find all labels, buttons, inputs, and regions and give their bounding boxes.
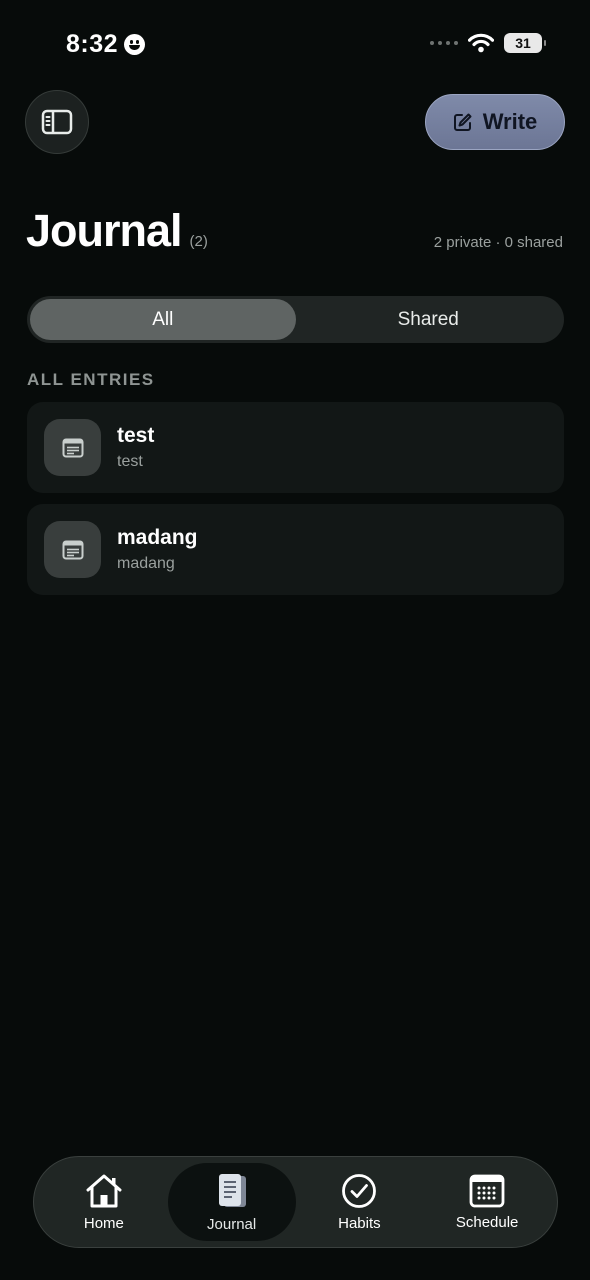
entry-title: madang (117, 526, 198, 549)
tab-home-label: Home (83, 1214, 124, 1232)
bottom-tab-bar: Home Journal Habits Schedule (33, 1156, 558, 1248)
journal-entry[interactable]: madang madang (27, 504, 564, 595)
check-circle-icon (342, 1173, 377, 1208)
document-icon (62, 438, 83, 457)
entry-preview: madang (117, 555, 175, 572)
journal-entry[interactable]: test test (27, 402, 564, 493)
write-button[interactable]: Write (425, 94, 565, 150)
signal-dots-icon (430, 41, 458, 45)
entry-thumbnail (44, 521, 101, 578)
journal-icon (218, 1173, 246, 1207)
entry-preview: test (117, 453, 143, 470)
entry-texts: test test (117, 424, 154, 471)
wifi-icon (468, 33, 494, 53)
sharing-summary: 2 private · 0 shared (433, 234, 563, 251)
entry-thumbnail (44, 419, 101, 476)
sidebar-panel-icon (41, 109, 73, 135)
page-title-row: Journal (2) (26, 205, 208, 257)
segment-all[interactable]: All (30, 299, 296, 340)
tab-journal[interactable]: Journal (167, 1163, 296, 1241)
calendar-icon (469, 1174, 505, 1207)
entry-title: test (117, 424, 155, 447)
write-button-label: Write (482, 109, 538, 134)
status-time-text: 8:32 (66, 30, 119, 58)
tab-habits-label: Habits (338, 1214, 381, 1232)
entry-texts: madang madang (117, 526, 198, 573)
page-title: Journal (26, 205, 183, 256)
segment-shared[interactable]: Shared (296, 299, 562, 340)
journal-screen: 8:32 31 Write Journal (2) 2 private · 0 … (0, 0, 590, 1280)
entry-count: (2) (189, 233, 208, 250)
edit-square-icon (453, 113, 472, 131)
sidebar-toggle-button[interactable] (25, 90, 89, 154)
tab-habits[interactable]: Habits (296, 1163, 424, 1241)
tab-home[interactable]: Home (40, 1163, 168, 1241)
home-icon (86, 1174, 122, 1207)
filter-segmented-control: All Shared (27, 296, 564, 343)
status-indicators: 31 (430, 33, 546, 53)
section-header: ALL ENTRIES (27, 370, 155, 389)
tab-journal-label: Journal (207, 1215, 257, 1233)
battery-indicator: 31 (504, 33, 546, 53)
document-icon (62, 540, 83, 559)
tab-schedule-label: Schedule (455, 1213, 519, 1231)
smiley-icon (124, 34, 146, 55)
status-time: 8:32 (66, 30, 146, 59)
tab-schedule[interactable]: Schedule (423, 1163, 551, 1241)
